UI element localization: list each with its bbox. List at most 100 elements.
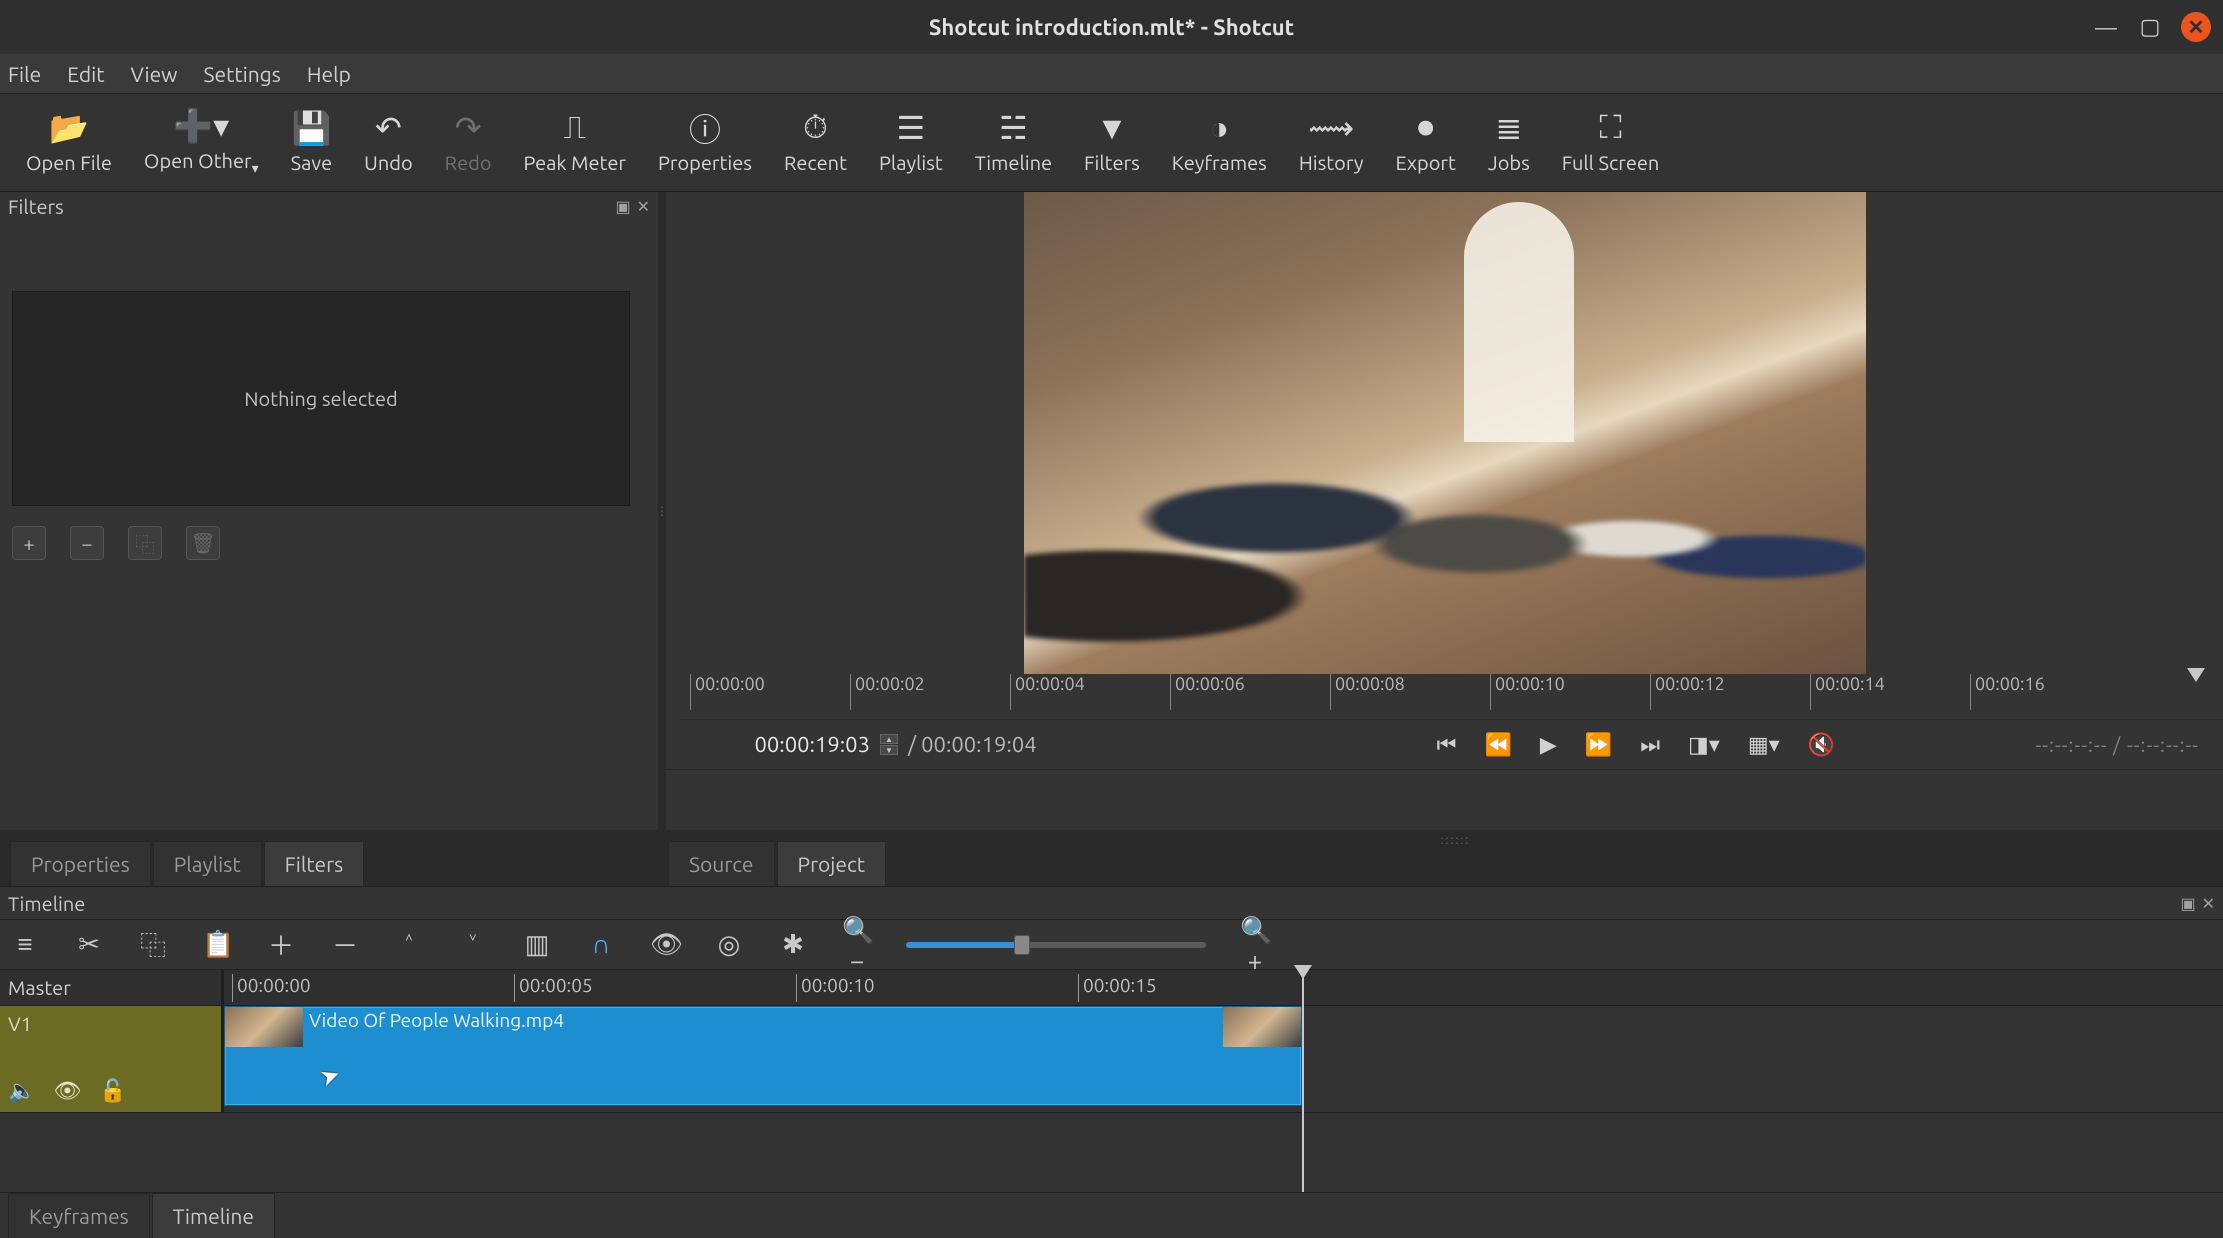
preview-ruler-tick: 00:00:14 (1810, 674, 1885, 710)
filter-copy-button[interactable]: ⿻ (128, 526, 162, 560)
menu-help[interactable]: Help (307, 62, 351, 86)
playlist-button[interactable]: ☰Playlist (863, 105, 959, 180)
jobs-button[interactable]: ≣Jobs (1472, 105, 1546, 180)
timeline-ruler[interactable]: 00:00:0000:00:0500:00:1000:00:15 (224, 970, 2223, 1006)
redo-button[interactable]: ↷Redo (429, 105, 508, 180)
keyframes-label: Keyframes (1172, 151, 1267, 174)
save-button[interactable]: 💾Save (275, 105, 349, 180)
skip-prev-icon[interactable]: ⏮ (1437, 732, 1457, 758)
timeline-float-icon[interactable]: ▣ (2180, 894, 2195, 913)
playlist-label: Playlist (879, 151, 943, 174)
preview-ruler[interactable]: 00:00:0000:00:0200:00:0400:00:0600:00:08… (680, 674, 2223, 720)
tl-paste-icon[interactable]: 📋 (202, 929, 232, 960)
timeline-playhead[interactable] (1302, 965, 1304, 1192)
tl-scrub-icon[interactable]: 👁 (650, 929, 680, 960)
zoom-mode-icon[interactable]: ◨▾ (1688, 732, 1720, 758)
filter-remove-button[interactable]: − (70, 526, 104, 560)
skip-next-icon[interactable]: ⏭ (1640, 732, 1660, 758)
history-button[interactable]: ⟿History (1283, 105, 1380, 180)
tab-playlist[interactable]: Playlist (153, 841, 262, 886)
properties-button[interactable]: ⓘ Properties (642, 105, 768, 180)
filters-label: Filters (1084, 151, 1140, 174)
history-icon: ⟿ (1308, 111, 1354, 145)
track-head-master[interactable]: Master (0, 970, 221, 1006)
tl-rippleall-icon[interactable]: ✱ (778, 929, 808, 960)
menu-settings[interactable]: Settings (203, 62, 280, 86)
keyframes-button[interactable]: ◑Keyframes (1156, 105, 1283, 180)
preview-ruler-tick: 00:00:10 (1490, 674, 1565, 710)
grid-icon[interactable]: ▦▾ (1748, 732, 1780, 758)
recent-button[interactable]: ⏱Recent (768, 105, 863, 180)
tab-source[interactable]: Source (668, 841, 775, 886)
preview-ruler-tick: 00:00:06 (1170, 674, 1245, 710)
menu-file[interactable]: File (8, 62, 41, 86)
tab-properties[interactable]: Properties (10, 841, 151, 886)
preview-ruler-tick: 00:00:08 (1330, 674, 1405, 710)
grip-icon[interactable]: :::::: (1441, 834, 1471, 847)
bottom-tab-timeline[interactable]: Timeline (152, 1193, 275, 1238)
menu-edit[interactable]: Edit (67, 62, 104, 86)
filter-paste-button[interactable]: 🗑 (186, 526, 220, 560)
tl-append-icon[interactable]: ＋ (266, 926, 296, 963)
peak-meter-button[interactable]: ⎍Peak Meter (508, 105, 642, 180)
minimize-button[interactable]: — (2093, 14, 2119, 40)
monitor-tabs: :::::: SourceProject (658, 830, 2223, 886)
close-button[interactable]: ✕ (2181, 12, 2211, 42)
save-label: Save (291, 151, 333, 174)
tab-project[interactable]: Project (777, 841, 887, 886)
tl-remove-icon[interactable]: － (330, 926, 360, 963)
tl-menu-icon[interactable]: ≡ (10, 929, 40, 960)
tab-filters[interactable]: Filters (264, 841, 365, 886)
play-icon[interactable]: ▶ (1540, 732, 1557, 758)
open-other-button[interactable]: ➕▾Open Other▾ (128, 103, 275, 183)
full-screen-button[interactable]: ⛶Full Screen (1546, 105, 1676, 180)
preview-monitor[interactable] (1024, 192, 1866, 674)
menu-view[interactable]: View (130, 62, 177, 86)
export-label: Export (1396, 151, 1456, 174)
panel-splitter[interactable]: ⋮ (658, 192, 666, 830)
filters-float-icon[interactable]: ▣ (615, 197, 630, 216)
filters-button[interactable]: ▼Filters (1068, 105, 1156, 180)
tl-snap-icon[interactable]: ∩ (586, 929, 616, 960)
export-button[interactable]: ⏺Export (1380, 105, 1472, 180)
tl-split-icon[interactable]: ▥ (522, 929, 552, 960)
filter-add-button[interactable]: + (12, 526, 46, 560)
properties-label: Properties (658, 151, 752, 174)
ffwd-icon[interactable]: ⏩ (1585, 732, 1612, 758)
filters-close-icon[interactable]: ✕ (637, 197, 650, 216)
undo-icon: ↶ (375, 111, 402, 145)
tl-lift-icon[interactable]: ˄ (394, 927, 424, 963)
properties-icon: ⓘ (689, 111, 721, 145)
tl-ripple-icon[interactable]: ◎ (714, 929, 744, 960)
title-bar: Shotcut introduction.mlt* - Shotcut — ▢ … (0, 0, 2223, 54)
track-head-v1[interactable]: V1 🔈 👁 🔓 (0, 1006, 221, 1112)
track-hide-icon[interactable]: 👁 (53, 1078, 81, 1104)
bottom-tab-keyframes[interactable]: Keyframes (8, 1193, 150, 1238)
timeline-ruler-tick: 00:00:10 (796, 974, 875, 1002)
zoom-out-icon[interactable]: 🔍− (842, 915, 872, 975)
tl-copy-icon[interactable]: ⿻ (138, 926, 168, 963)
timecode-spinner[interactable]: ▲▼ (880, 734, 898, 755)
open-file-button[interactable]: 📂Open File (10, 105, 128, 180)
timecode-current[interactable]: 00:00:19:03 (690, 732, 870, 757)
maximize-button[interactable]: ▢ (2137, 14, 2163, 40)
preview-playhead-icon[interactable] (2187, 668, 2205, 682)
zoom-slider[interactable] (906, 942, 1206, 948)
track-mute-icon[interactable]: 🔈 (8, 1078, 35, 1104)
timeline-tracks[interactable]: 00:00:0000:00:0500:00:1000:00:15 Video O… (224, 970, 2223, 1112)
tl-overwrite-icon[interactable]: ˅ (458, 927, 488, 963)
tl-zoom-in-icon[interactable]: 🔍+ (1240, 915, 1270, 975)
full-screen-label: Full Screen (1562, 151, 1660, 174)
main-toolbar: 📂Open File➕▾Open Other▾💾Save↶Undo↷Redo⎍P… (0, 94, 2223, 192)
volume-icon[interactable]: 🔇 (1808, 732, 1835, 758)
rewind-icon[interactable]: ⏪ (1484, 732, 1511, 758)
peak-meter-icon: ⎍ (564, 111, 586, 145)
recent-label: Recent (784, 151, 847, 174)
undo-button[interactable]: ↶Undo (348, 105, 428, 180)
tl-cut-icon[interactable]: ✂ (74, 929, 104, 960)
track-lock-icon[interactable]: 🔓 (99, 1078, 126, 1104)
timeline-close-icon[interactable]: ✕ (2202, 894, 2215, 913)
timeline-clip[interactable]: Video Of People Walking.mp4 (224, 1006, 1302, 1106)
filters-panel-header: Filters ▣ ✕ (0, 192, 658, 221)
timeline-button[interactable]: ☵Timeline (959, 105, 1068, 180)
